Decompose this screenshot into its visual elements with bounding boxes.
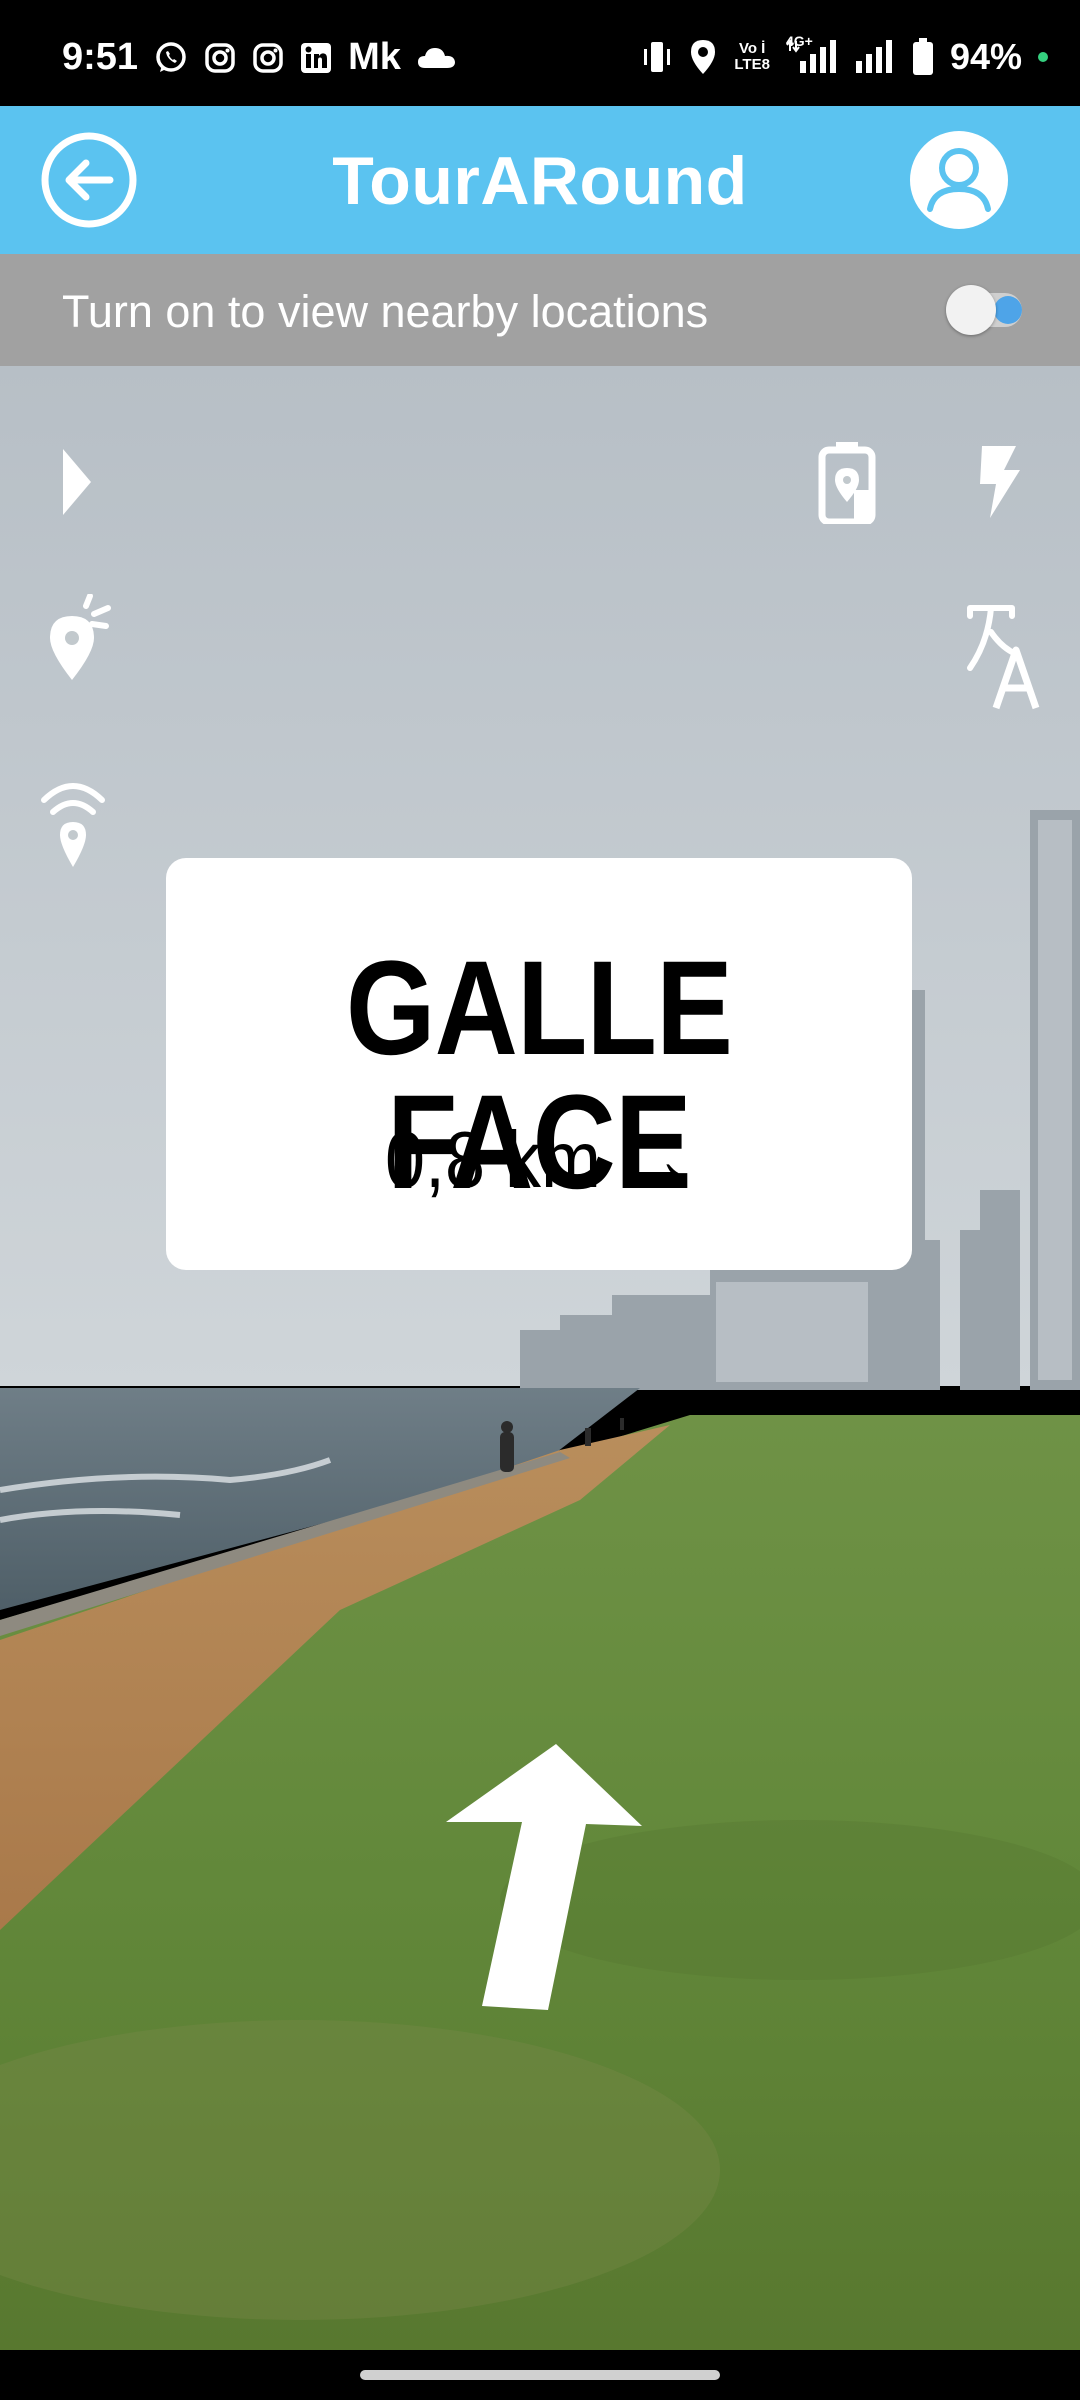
location-pin-icon xyxy=(688,38,718,76)
direction-arrow-icon xyxy=(446,1744,642,2010)
privacy-dot xyxy=(1038,52,1048,62)
camera-scene xyxy=(0,366,1080,2350)
home-indicator[interactable] xyxy=(360,2370,720,2380)
nearby-label: Turn on to view nearby locations xyxy=(62,286,709,337)
location-distance-row: 0,8 km → xyxy=(203,1120,874,1200)
vibrate-icon xyxy=(642,39,672,75)
battery-percent: 94% xyxy=(949,36,1022,77)
distance-arrow-icon: → xyxy=(621,1115,694,1204)
signal-bars-icon xyxy=(854,39,896,75)
nearby-locations-bar: Turn on to view nearby locations xyxy=(0,254,1080,366)
location-distance: 0,8 km xyxy=(384,1115,602,1204)
toggle-accent xyxy=(994,296,1022,324)
profile-button[interactable] xyxy=(908,129,1010,231)
mk-label: Mk xyxy=(348,36,401,78)
location-marker-icon[interactable] xyxy=(46,594,112,684)
flash-icon[interactable] xyxy=(976,444,1022,520)
instagram-icon xyxy=(252,42,284,74)
volte-label: Vo İ LTE8 xyxy=(734,40,770,73)
camera-view xyxy=(0,366,1080,2350)
play-icon[interactable] xyxy=(60,446,94,518)
linkedin-icon xyxy=(300,42,332,74)
instagram-icon xyxy=(204,42,236,74)
cloud-icon xyxy=(417,44,457,72)
whatsapp-icon xyxy=(154,41,188,75)
status-left: 9:51 Mk xyxy=(62,36,457,79)
nearby-toggle[interactable] xyxy=(946,285,1022,335)
battery-icon xyxy=(912,38,934,76)
network-type: 4G+ xyxy=(785,33,813,49)
status-right: Vo İ LTE8 4G+ 94% xyxy=(642,33,1048,78)
ar-screen: 9:51 Mk Vo İ LTE8 4G+ 94% TourARound Tur… xyxy=(0,0,1080,2400)
app-header: TourARound xyxy=(0,106,1080,254)
broadcast-location-icon[interactable] xyxy=(38,776,108,872)
toggle-knob xyxy=(946,285,996,335)
translate-icon[interactable] xyxy=(966,602,1042,710)
location-card[interactable]: GALLE FACE 0,8 km → xyxy=(166,858,912,1270)
status-bar: 9:51 Mk Vo İ LTE8 4G+ 94% xyxy=(0,0,1080,106)
mobile-signal: 4G+ xyxy=(786,33,838,75)
device-location-icon[interactable] xyxy=(818,440,876,524)
user-avatar-icon xyxy=(910,131,1008,229)
navigation-bar xyxy=(0,2350,1080,2400)
status-time: 9:51 xyxy=(62,36,139,78)
